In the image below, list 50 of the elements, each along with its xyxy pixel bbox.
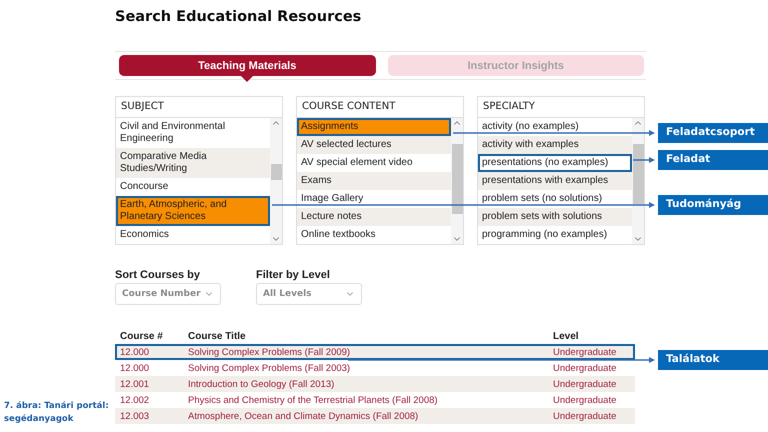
- tab-pointer-icon: [241, 76, 254, 82]
- list-heading: COURSE CONTENT: [301, 100, 396, 114]
- figure-caption: 7. ábra: Tanári portál: segédanyagok: [4, 400, 110, 426]
- scrollbar[interactable]: [270, 118, 282, 244]
- result-cell: 12.003: [120, 410, 150, 422]
- list-item[interactable]: AV selected lectures: [297, 136, 451, 154]
- scrollbar-thumb[interactable]: [452, 144, 462, 214]
- result-cell: 12.002: [120, 394, 150, 406]
- column-header: Course Title: [188, 331, 246, 342]
- result-cell: 12.000: [120, 346, 150, 358]
- page-title: Search Educational Resources: [115, 9, 362, 27]
- dropdown-label: Filter by Level: [256, 269, 331, 281]
- scrollbar-thumb[interactable]: [632, 144, 644, 204]
- result-row[interactable]: 12.000 Solving Complex Problems (Fall 2009) Undergraduate: [115, 344, 635, 360]
- column-header: Course #: [120, 331, 163, 342]
- list-item[interactable]: Exams: [297, 172, 451, 190]
- result-cell: Undergraduate: [553, 410, 616, 422]
- scrollbar-thumb[interactable]: [270, 164, 282, 180]
- result-cell: Undergraduate: [553, 362, 616, 374]
- callout-label: Feladat: [658, 150, 768, 170]
- list-item[interactable]: problem sets with solutions: [478, 208, 632, 226]
- list-item[interactable]: Earth, Atmospheric, and Planetary Sciences: [116, 196, 270, 226]
- list-heading: SPECIALTY: [482, 100, 536, 114]
- list-item[interactable]: Assignments: [297, 118, 451, 136]
- list-item[interactable]: presentations with examples: [478, 172, 632, 190]
- result-cell: 12.001: [120, 378, 150, 390]
- result-cell: Undergraduate: [553, 394, 616, 406]
- list-heading: SUBJECT: [120, 100, 165, 114]
- scrollbar[interactable]: [632, 118, 644, 244]
- result-cell: Introduction to Geology (Fall 2013): [188, 378, 334, 390]
- callout-label: Tudományág: [658, 195, 768, 215]
- arrow-line: [633, 157, 655, 163]
- scrollbar[interactable]: [451, 118, 463, 244]
- result-row[interactable]: 12.003 Atmosphere, Ocean and Climate Dynamics (Fall 2008) Undergraduate: [115, 408, 635, 424]
- list-item[interactable]: activity with examples: [478, 136, 632, 154]
- list-item[interactable]: presentations (no examples): [478, 154, 632, 172]
- result-cell: 12.000: [120, 362, 150, 374]
- dropdown-label: Sort Courses by: [115, 269, 201, 281]
- result-cell: Undergraduate: [553, 346, 616, 358]
- result-row[interactable]: 12.001 Introduction to Geology (Fall 2013) Undergraduate: [115, 376, 635, 392]
- result-cell: Atmosphere, Ocean and Climate Dynamics (Fall 2008): [188, 410, 418, 422]
- list-item[interactable]: Lecture notes: [297, 208, 451, 226]
- callout-label: Találatok: [658, 350, 768, 370]
- result-cell: Solving Complex Problems (Fall 2009): [188, 346, 350, 358]
- callout-label: Feladatcsoport: [658, 123, 768, 143]
- column-header: Level: [553, 331, 579, 342]
- result-cell: Solving Complex Problems (Fall 2003): [188, 362, 350, 374]
- result-cell: Undergraduate: [553, 378, 616, 390]
- list-item[interactable]: Comparative Media Studies/Writing: [116, 148, 270, 178]
- result-cell: Physics and Chemistry of the Terrestrial Planets (Fall 2008): [188, 394, 438, 406]
